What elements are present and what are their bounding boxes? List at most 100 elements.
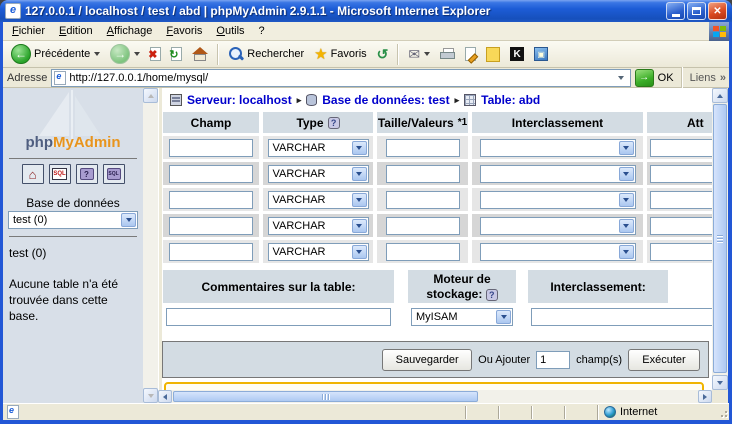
field-name-input[interactable] — [169, 243, 253, 261]
menu-file[interactable]: Fichier — [5, 24, 52, 38]
field-row-cell: VARCHAR — [263, 136, 373, 159]
browser-window: e 127.0.0.1 / localhost / test / abd | p… — [0, 0, 732, 424]
edit-button[interactable] — [461, 46, 480, 62]
field-row-cell — [472, 162, 643, 185]
field-attributes-select[interactable] — [650, 139, 712, 157]
field-size-input[interactable] — [386, 217, 460, 235]
scroll-right-arrow-icon[interactable] — [698, 390, 712, 403]
close-button[interactable]: ✕ — [708, 2, 727, 20]
sql-window-button[interactable]: SQL — [49, 164, 71, 184]
forward-button[interactable]: → — [106, 43, 144, 65]
field-row-cell — [163, 214, 259, 237]
query-window-button[interactable]: SQL — [103, 164, 125, 184]
field-size-input[interactable] — [386, 139, 460, 157]
messenger-icon: ▣ — [534, 47, 548, 61]
docs-button[interactable]: ? — [76, 164, 98, 184]
table-comments-input[interactable] — [166, 308, 391, 326]
sql-icon: SQL — [52, 168, 67, 180]
notes-button[interactable] — [482, 46, 504, 63]
field-type-select[interactable]: VARCHAR — [268, 191, 369, 209]
mail-dropdown-icon[interactable] — [424, 52, 430, 56]
select-arrow-icon — [496, 310, 511, 324]
window-resize-grip[interactable] — [715, 405, 729, 419]
field-name-input[interactable] — [169, 217, 253, 235]
back-dropdown-icon[interactable] — [94, 52, 100, 56]
sidebar-scrollbar — [143, 88, 158, 403]
favorites-button[interactable]: ★ Favoris — [310, 46, 371, 63]
breadcrumb-server-link[interactable]: Serveur: localhost — [187, 93, 292, 107]
refresh-button[interactable]: ↻ — [167, 46, 186, 62]
type-help-icon[interactable]: ? — [328, 117, 340, 129]
database-link[interactable]: test (0) — [9, 246, 46, 260]
browser-toolbar: ← Précédente → ✖ ↻ Rechercher ★ Favoris … — [3, 41, 729, 68]
links-chevron-icon[interactable]: » — [720, 72, 725, 84]
address-input[interactable] — [69, 72, 610, 84]
field-name-input[interactable] — [169, 139, 253, 157]
links-label[interactable]: Liens — [690, 72, 716, 84]
menu-edit[interactable]: Edition — [52, 24, 100, 38]
scroll-up-arrow-icon[interactable] — [712, 88, 728, 103]
menu-favorites[interactable]: Favoris — [159, 24, 209, 38]
field-type-select[interactable]: VARCHAR — [268, 217, 369, 235]
field-type-select[interactable]: VARCHAR — [268, 243, 369, 261]
database-select[interactable]: test (0) — [8, 211, 138, 229]
scroll-left-arrow-icon[interactable] — [158, 390, 172, 403]
select-arrow-icon — [619, 141, 634, 155]
field-size-input[interactable] — [386, 243, 460, 261]
save-button[interactable]: Sauvegarder — [382, 349, 472, 371]
engine-help-icon[interactable]: ? — [486, 289, 498, 301]
field-collation-select[interactable] — [480, 191, 636, 209]
breadcrumb-table-link[interactable]: Table: abd — [481, 93, 540, 107]
main-vertical-scrollbar[interactable] — [712, 88, 728, 390]
field-size-input[interactable] — [386, 165, 460, 183]
home-nav-button[interactable]: ⌂ — [22, 164, 44, 184]
add-fields-count-input[interactable] — [536, 351, 570, 369]
minimize-button[interactable] — [666, 2, 685, 20]
field-collation-select[interactable] — [480, 139, 636, 157]
field-attributes-select[interactable] — [650, 165, 712, 183]
execute-button[interactable]: Exécuter — [628, 349, 700, 371]
table-collation-input[interactable] — [531, 308, 712, 326]
maximize-button[interactable] — [687, 2, 706, 20]
history-button[interactable]: ↺ — [373, 45, 393, 64]
horizontal-scroll-thumb[interactable] — [173, 391, 478, 402]
search-button[interactable]: Rechercher — [224, 45, 308, 63]
address-dropdown-icon[interactable] — [614, 71, 628, 85]
toolbar-separator — [397, 44, 399, 65]
field-name-input[interactable] — [169, 191, 253, 209]
stop-button[interactable]: ✖ — [146, 46, 165, 62]
field-collation-select[interactable] — [480, 165, 636, 183]
menu-view[interactable]: Affichage — [100, 24, 160, 38]
vertical-scroll-thumb[interactable] — [713, 104, 727, 373]
search-icon — [228, 46, 244, 62]
mail-button[interactable]: ✉ — [404, 45, 434, 64]
field-type-select[interactable]: VARCHAR — [268, 139, 369, 157]
phpmyadmin-logo[interactable]: phpMyAdmin — [3, 134, 143, 151]
go-button[interactable]: → — [635, 69, 654, 87]
main-horizontal-scrollbar[interactable] — [158, 390, 712, 403]
field-name-input[interactable] — [169, 165, 253, 183]
forward-dropdown-icon[interactable] — [134, 52, 140, 56]
field-attributes-select[interactable] — [650, 191, 712, 209]
back-icon: ← — [11, 44, 31, 64]
menu-tools[interactable]: Outils — [209, 24, 251, 38]
field-size-input[interactable] — [386, 191, 460, 209]
menu-help[interactable]: ? — [252, 24, 272, 38]
fields-suffix-label: champ(s) — [576, 354, 622, 366]
print-button[interactable] — [436, 47, 459, 62]
field-row-cell — [647, 188, 712, 211]
scroll-down-arrow-icon — [143, 388, 158, 403]
messenger-button[interactable]: ▣ — [530, 46, 552, 62]
storage-engine-select[interactable]: MyISAM — [411, 308, 513, 326]
field-collation-select[interactable] — [480, 217, 636, 235]
home-button[interactable] — [188, 46, 212, 63]
field-collation-select[interactable] — [480, 243, 636, 261]
field-attributes-select[interactable] — [650, 217, 712, 235]
k-addon-button[interactable]: K — [506, 46, 528, 62]
field-attributes-select[interactable] — [650, 243, 712, 261]
field-type-select[interactable]: VARCHAR — [268, 165, 369, 183]
back-button[interactable]: ← Précédente — [7, 43, 104, 65]
scroll-down-arrow-icon[interactable] — [712, 375, 728, 390]
breadcrumb-database-link[interactable]: Base de données: test — [322, 93, 449, 107]
select-arrow-icon — [619, 167, 634, 181]
